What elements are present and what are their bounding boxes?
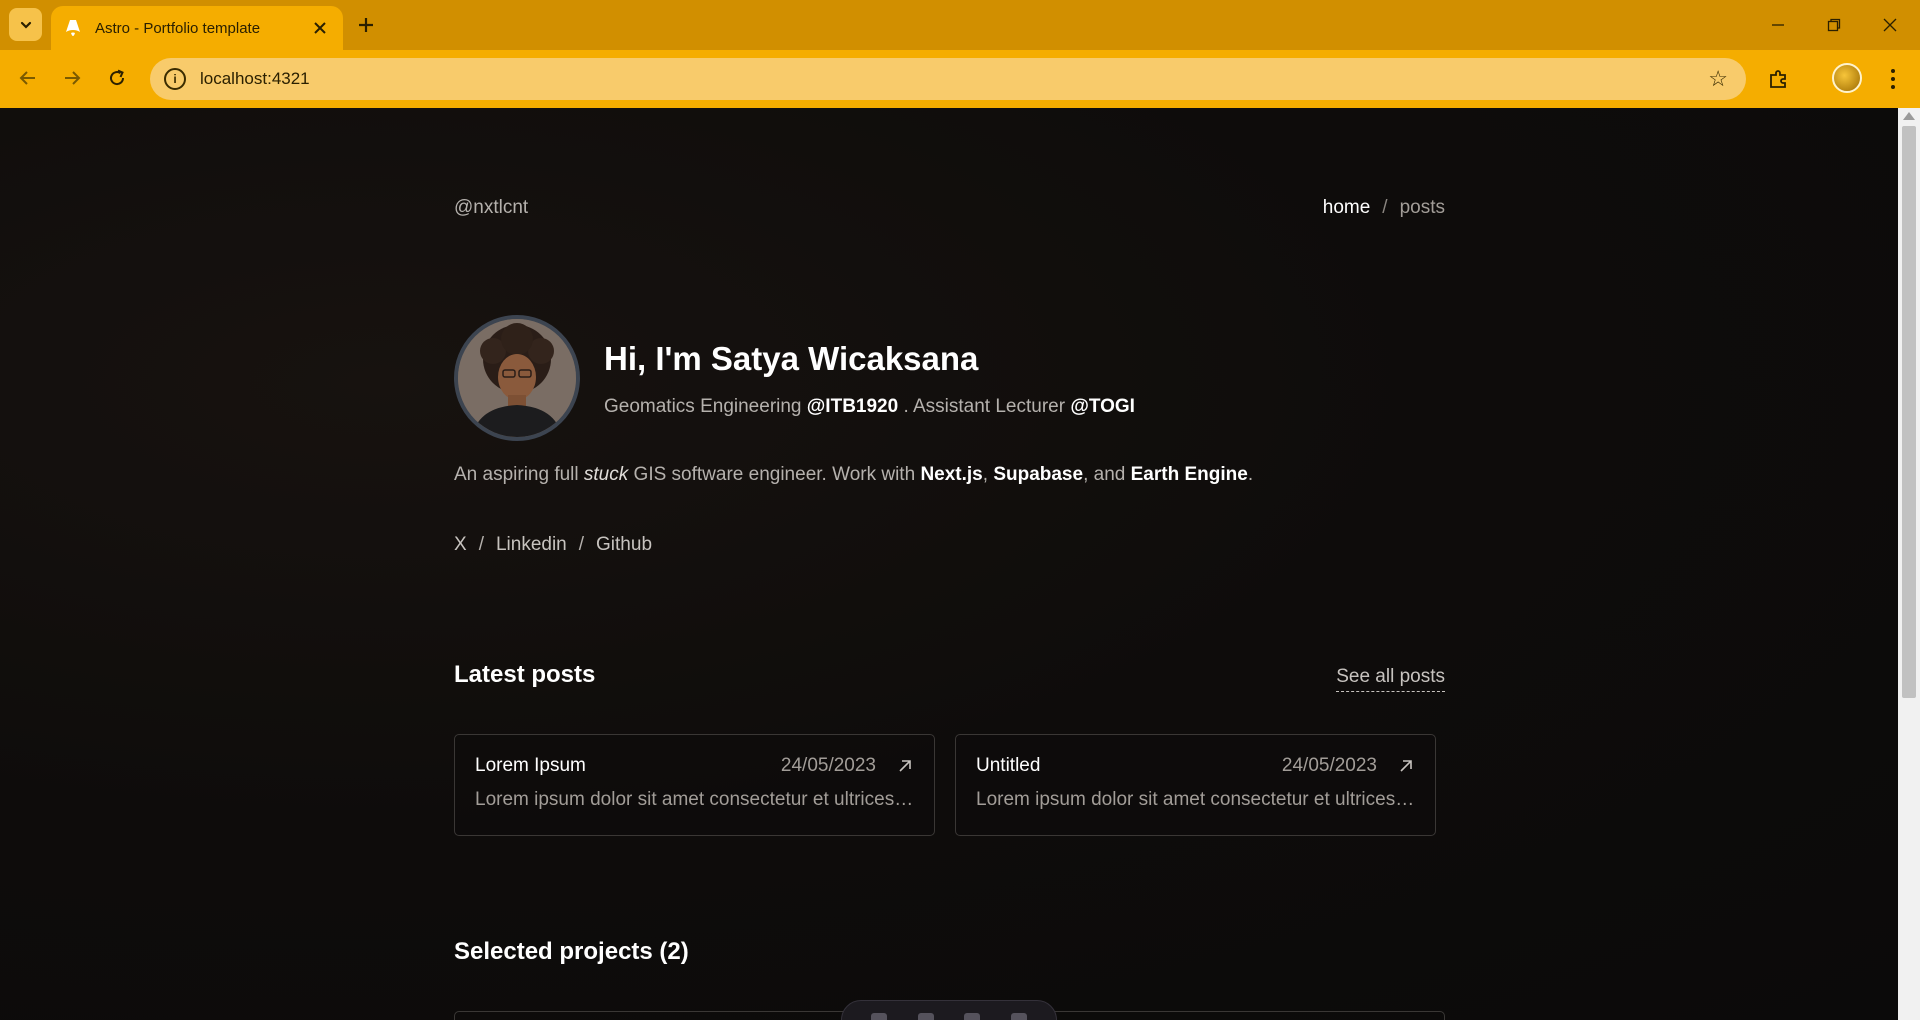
- bio: An aspiring full stuck GIS software engi…: [454, 464, 1253, 486]
- see-all-posts-link[interactable]: See all posts: [1336, 666, 1445, 692]
- post-date: 24/05/2023: [780, 755, 876, 776]
- post-excerpt: Lorem ipsum dolor sit amet consectetur e…: [976, 789, 1415, 810]
- latest-posts-title: Latest posts: [454, 661, 596, 688]
- bio-part1: An aspiring full: [454, 464, 584, 485]
- plus-icon: [359, 18, 373, 32]
- hero: Hi, I'm Satya Wicaksana Geomatics Engine…: [454, 315, 1445, 445]
- projects-header: Selected projects (2): [454, 938, 1445, 966]
- post-card-top: Untitled 24/05/2023: [976, 755, 1415, 777]
- page-viewport: @nxtlcnt home / posts Hi, I'm Satya Wica…: [0, 108, 1898, 1020]
- nav-separator: /: [1382, 197, 1388, 218]
- tab-close-button[interactable]: [309, 17, 331, 39]
- new-tab-button[interactable]: [352, 11, 380, 39]
- reload-icon: [110, 69, 125, 86]
- social-separator: /: [578, 534, 585, 555]
- social-links: X / Linkedin / Github: [454, 534, 652, 556]
- arrow-up-right-icon: [1397, 757, 1415, 775]
- forward-button[interactable]: [54, 60, 90, 96]
- dev-toolbar-icon[interactable]: [964, 1013, 981, 1020]
- astro-icon: [63, 18, 83, 38]
- post-card[interactable]: Lorem Ipsum 24/05/2023 Lorem ipsum dolor…: [454, 734, 935, 836]
- arrow-right-icon: [65, 71, 81, 85]
- scroll-up-arrow[interactable]: [1903, 112, 1915, 120]
- hero-sub-prefix: Geomatics Engineering: [604, 396, 807, 417]
- chevron-down-icon: [20, 21, 31, 29]
- dev-toolbar[interactable]: [841, 1000, 1057, 1020]
- social-link-github[interactable]: Github: [596, 534, 652, 556]
- hero-name: Hi, I'm Satya Wicaksana: [604, 340, 979, 377]
- social-separator: /: [478, 534, 484, 555]
- minimize-icon: [1772, 24, 1784, 26]
- tech-earth-engine: Earth Engine: [1130, 464, 1248, 485]
- tab-title: Astro - Portfolio template: [95, 19, 261, 37]
- close-window-button[interactable]: [1862, 0, 1918, 50]
- top-nav: home / posts: [1323, 197, 1445, 219]
- org-link-togi[interactable]: @TOGI: [1070, 396, 1135, 417]
- tab-strip: Astro - Portfolio template: [0, 0, 1920, 50]
- minimize-button[interactable]: [1750, 0, 1806, 50]
- hero-subtitle: Geomatics Engineering @ITB1920 . Assista…: [604, 396, 1135, 418]
- puzzle-icon[interactable]: [1762, 62, 1796, 96]
- info-icon[interactable]: i: [164, 68, 186, 90]
- arrow-up-right-icon: [896, 757, 914, 775]
- profile-photo: [454, 315, 580, 441]
- latest-posts-header: Latest posts See all posts: [454, 661, 1445, 692]
- tech-nextjs: Next.js: [920, 464, 983, 485]
- post-card-top: Lorem Ipsum 24/05/2023: [475, 755, 914, 777]
- bio-end: .: [1247, 464, 1254, 485]
- tech-supabase: Supabase: [993, 464, 1084, 485]
- dev-toolbar-icon[interactable]: [917, 1013, 934, 1020]
- social-link-x[interactable]: X: [454, 534, 467, 556]
- post-title: Lorem Ipsum: [475, 755, 586, 776]
- address-bar[interactable]: i localhost:4321 ☆: [150, 58, 1746, 100]
- nav-posts[interactable]: posts: [1400, 197, 1445, 219]
- back-button[interactable]: [10, 60, 46, 96]
- star-icon[interactable]: ☆: [1708, 66, 1728, 92]
- restore-button[interactable]: [1806, 0, 1862, 50]
- site-handle[interactable]: @nxtlcnt: [454, 197, 528, 219]
- nav-home[interactable]: home: [1323, 197, 1371, 219]
- bio-and: , and: [1083, 464, 1131, 485]
- restore-icon: [1827, 18, 1841, 32]
- post-excerpt: Lorem ipsum dolor sit amet consectetur e…: [475, 789, 914, 810]
- close-icon: [1883, 18, 1897, 32]
- bio-part2: GIS software engineer. Work with: [628, 464, 921, 485]
- browser-chrome: Astro - Portfolio template i localhost:4…: [0, 0, 1920, 108]
- dev-toolbar-icon[interactable]: [1010, 1013, 1027, 1020]
- reload-button[interactable]: [99, 60, 135, 96]
- bio-comma: ,: [982, 464, 994, 485]
- post-title: Untitled: [976, 755, 1041, 776]
- hero-sub-middle: . Assistant Lecturer: [898, 396, 1071, 417]
- browser-toolbar: i localhost:4321 ☆: [0, 50, 1920, 108]
- arrow-left-icon: [19, 71, 35, 85]
- post-card[interactable]: Untitled 24/05/2023 Lorem ipsum dolor si…: [955, 734, 1436, 836]
- kebab-menu-icon[interactable]: [1876, 62, 1910, 96]
- org-link-itb[interactable]: @ITB1920: [807, 396, 898, 417]
- page-scrollbar[interactable]: [1898, 108, 1920, 1020]
- scrollbar-thumb[interactable]: [1902, 126, 1916, 698]
- site-header: @nxtlcnt home / posts: [454, 188, 1445, 228]
- close-icon: [314, 22, 326, 34]
- dev-toolbar-icon[interactable]: [871, 1013, 888, 1020]
- profile-avatar[interactable]: [1832, 63, 1862, 93]
- social-link-linkedin[interactable]: Linkedin: [496, 534, 567, 556]
- url-text[interactable]: localhost:4321: [200, 69, 310, 89]
- tab-search-button[interactable]: [9, 8, 42, 41]
- post-list: Lorem Ipsum 24/05/2023 Lorem ipsum dolor…: [454, 734, 1436, 836]
- active-tab[interactable]: Astro - Portfolio template: [51, 6, 343, 50]
- bio-emphasis: stuck: [583, 464, 629, 485]
- projects-title: Selected projects (2): [454, 938, 689, 965]
- post-date: 24/05/2023: [1281, 755, 1377, 776]
